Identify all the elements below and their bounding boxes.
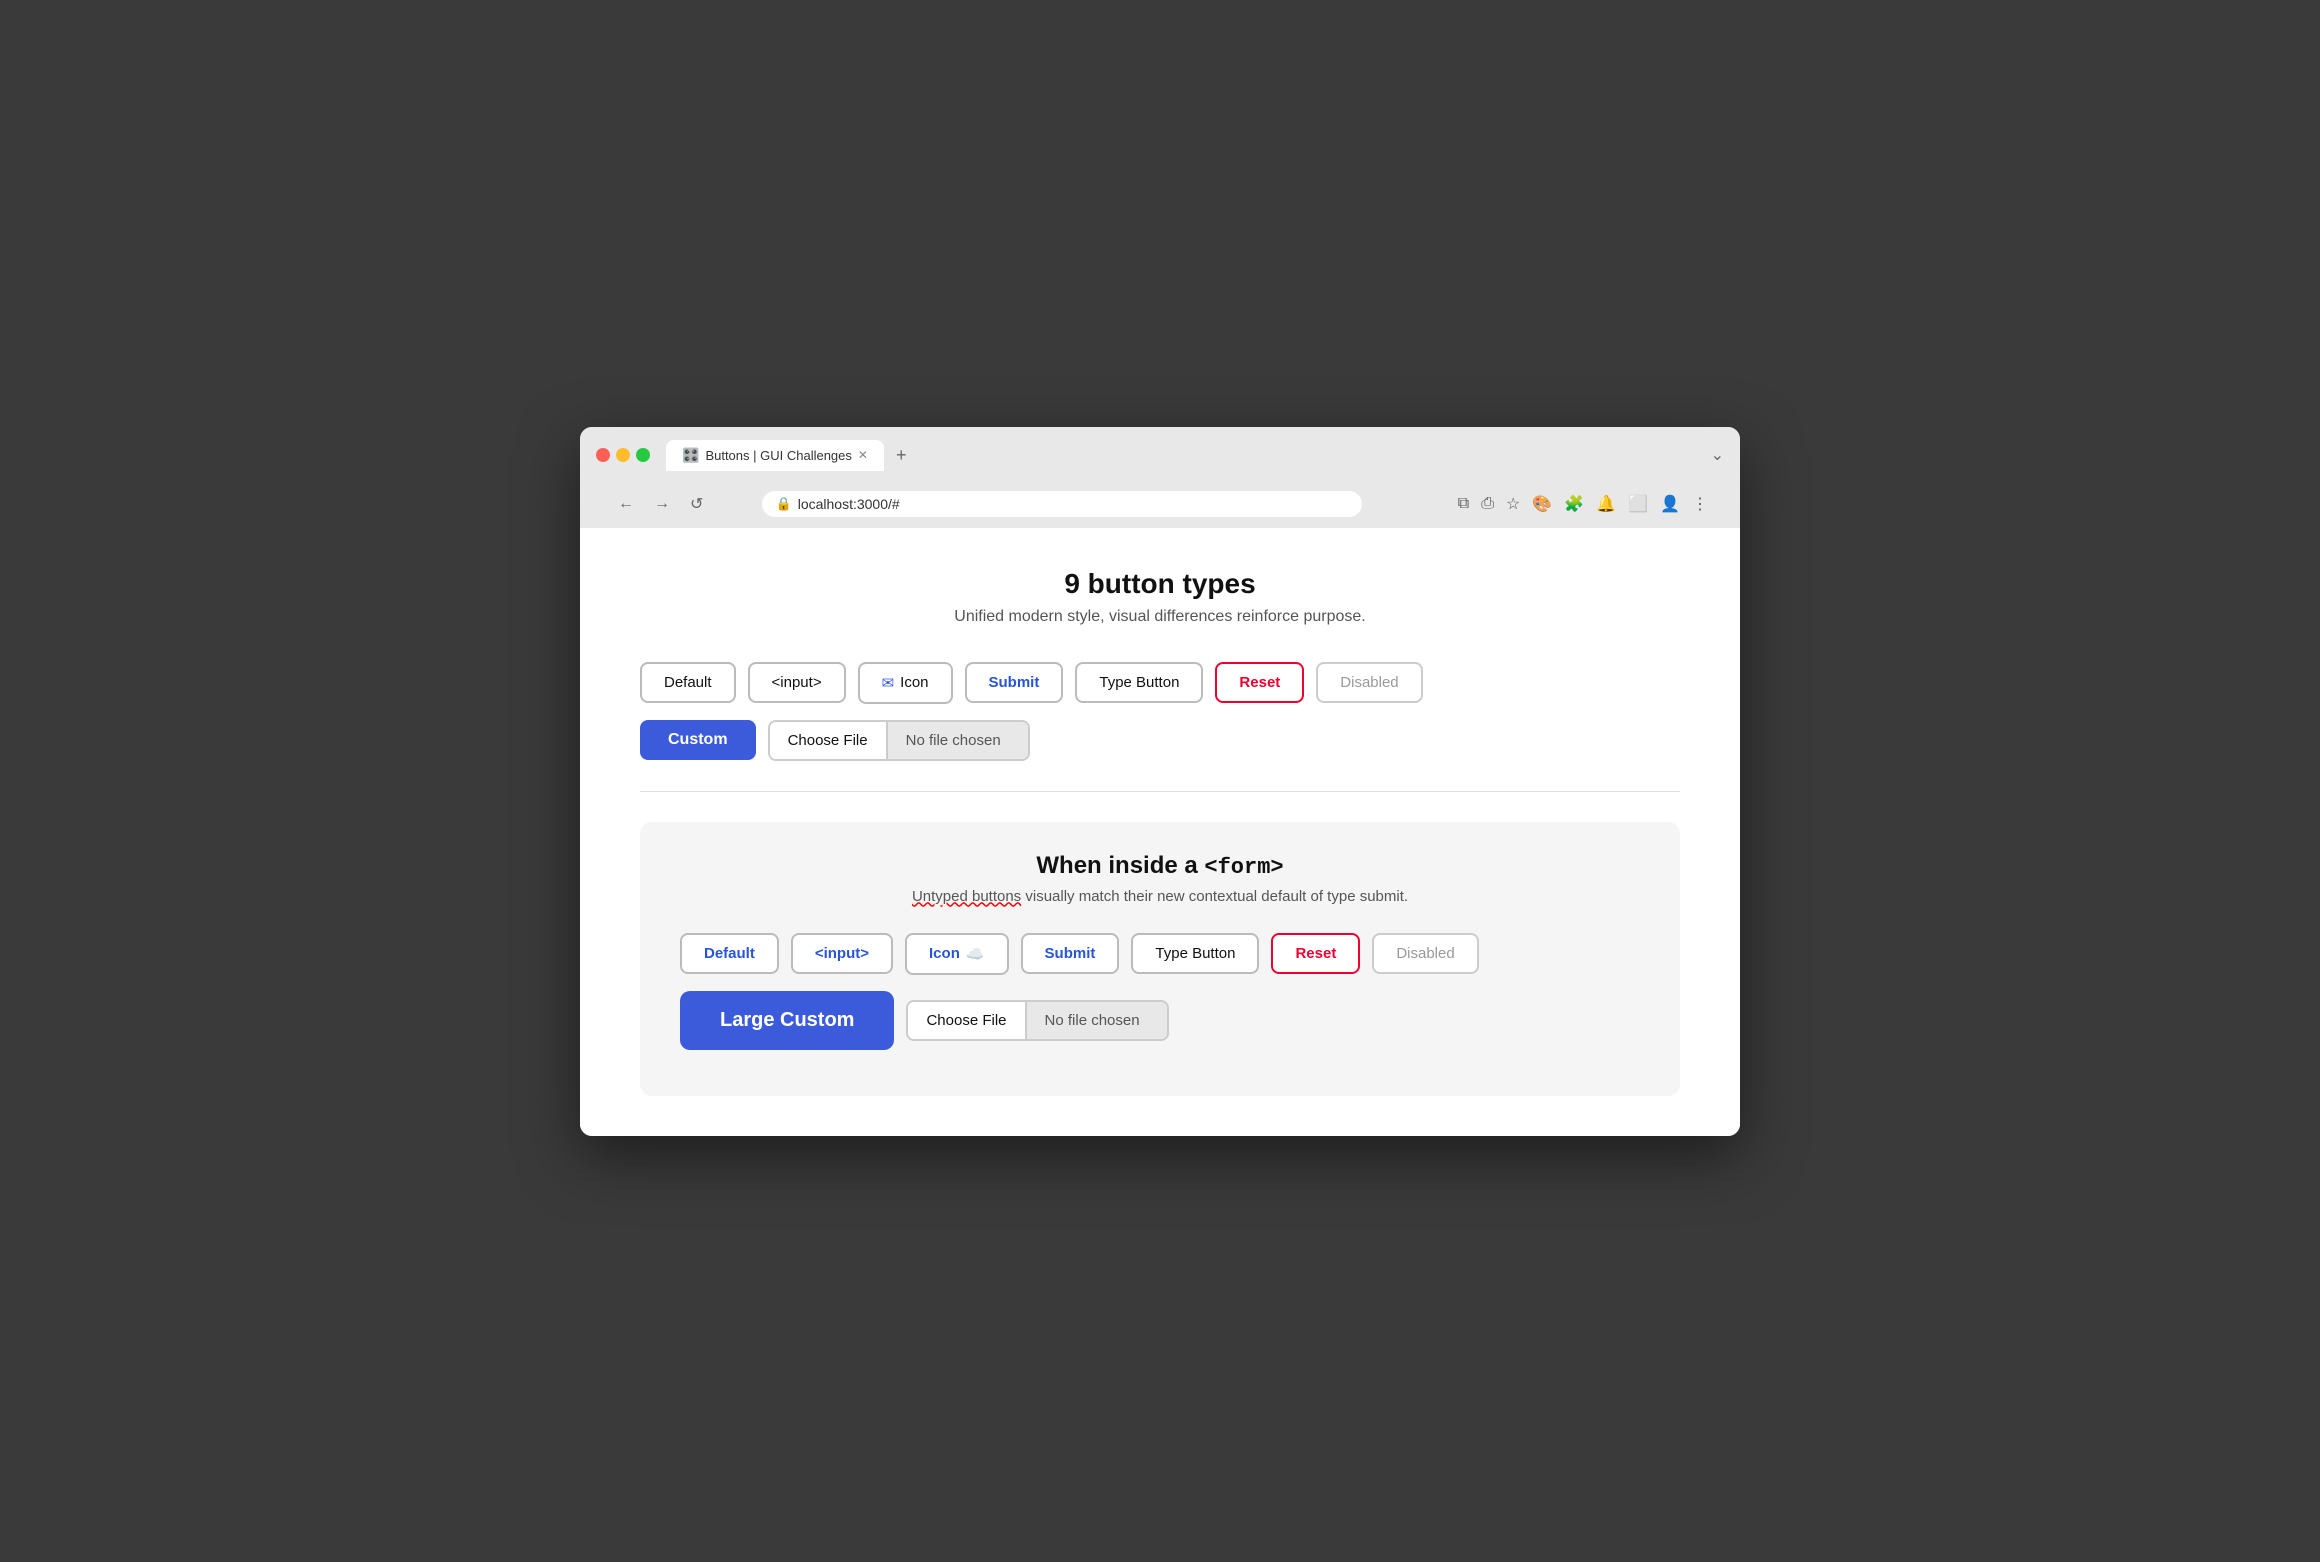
- submit-button[interactable]: Submit: [965, 662, 1064, 703]
- bookmark-icon[interactable]: ☆: [1506, 494, 1520, 514]
- form-title-code: <form>: [1204, 855, 1283, 880]
- profile-icon[interactable]: 👤: [1660, 494, 1680, 514]
- reload-button[interactable]: ↺: [684, 490, 709, 518]
- lock-icon: 🔒: [776, 496, 792, 512]
- toolbar-icons: ⧉ ⎙ ☆ 🎨 🧩 🔔 ⬜ 👤 ⋮: [1458, 494, 1708, 514]
- tab-favicon: 🎛️: [682, 447, 699, 464]
- page-title: 9 button types: [640, 568, 1680, 600]
- form-section-header: When inside a <form> Untyped buttons vis…: [680, 852, 1640, 905]
- input-button[interactable]: <input>: [748, 662, 846, 703]
- tab-title: Buttons | GUI Challenges: [705, 448, 851, 463]
- form-icon-button[interactable]: Icon ☁️: [905, 933, 1009, 975]
- page-content: 9 button types Unified modern style, vis…: [580, 528, 1740, 1136]
- form-reset-button[interactable]: Reset: [1271, 933, 1360, 974]
- browser-tab[interactable]: 🎛️ Buttons | GUI Challenges ✕: [666, 440, 884, 471]
- form-title-text: When inside a: [1036, 852, 1204, 879]
- page-subtitle: Unified modern style, visual differences…: [640, 608, 1680, 626]
- share-icon[interactable]: ⎙: [1481, 495, 1494, 513]
- bell-icon[interactable]: 🔔: [1596, 494, 1616, 514]
- form-section-subtitle: Untyped buttons visually match their new…: [680, 888, 1640, 905]
- external-link-icon[interactable]: ⧉: [1458, 495, 1469, 513]
- new-tab-button[interactable]: +: [886, 439, 917, 472]
- icon-button-label: Icon: [900, 674, 928, 691]
- address-bar-input[interactable]: 🔒 localhost:3000/#: [762, 491, 1362, 517]
- form-submit-button[interactable]: Submit: [1021, 933, 1120, 974]
- large-custom-button[interactable]: Large Custom: [680, 991, 894, 1050]
- sidebar-icon[interactable]: ⬜: [1628, 494, 1648, 514]
- page-header: 9 button types Unified modern style, vis…: [640, 568, 1680, 626]
- forward-button[interactable]: →: [648, 491, 676, 517]
- title-bar: 🎛️ Buttons | GUI Challenges ✕ + ⌄ ← → ↺ …: [580, 427, 1740, 528]
- form-no-file-chosen-label: No file chosen: [1027, 1002, 1167, 1039]
- form-input-button[interactable]: <input>: [791, 933, 893, 974]
- button-row-1: Default <input> ✉ Icon Submit Type Butto…: [640, 662, 1680, 704]
- form-icon-label: Icon: [929, 945, 960, 962]
- type-button-button[interactable]: Type Button: [1075, 662, 1203, 703]
- tab-close-button[interactable]: ✕: [858, 448, 868, 462]
- back-button[interactable]: ←: [612, 491, 640, 517]
- puzzle-icon[interactable]: 🧩: [1564, 494, 1584, 514]
- cloud-icon: ☁️: [966, 945, 985, 963]
- traffic-light-maximize[interactable]: [636, 448, 650, 462]
- menu-icon[interactable]: ⋮: [1692, 494, 1708, 514]
- form-disabled-button: Disabled: [1372, 933, 1478, 974]
- form-file-input-wrapper: Choose File No file chosen: [906, 1000, 1168, 1041]
- icon-button[interactable]: ✉ Icon: [858, 662, 953, 704]
- form-section-title: When inside a <form>: [680, 852, 1640, 880]
- form-button-row-2: Large Custom Choose File No file chosen: [680, 991, 1640, 1050]
- button-row-2: Custom Choose File No file chosen: [640, 720, 1680, 761]
- choose-file-button[interactable]: Choose File: [770, 722, 888, 759]
- extension-icon[interactable]: 🎨: [1532, 494, 1552, 514]
- traffic-lights: [596, 448, 650, 462]
- form-button-row-1: Default <input> Icon ☁️ Submit Type Butt…: [680, 933, 1640, 975]
- traffic-light-close[interactable]: [596, 448, 610, 462]
- url-text: localhost:3000/#: [798, 496, 900, 512]
- traffic-light-minimize[interactable]: [616, 448, 630, 462]
- form-subtitle-rest: visually match their new contextual defa…: [1021, 888, 1408, 905]
- untyped-buttons-text: Untyped buttons: [912, 888, 1021, 905]
- form-choose-file-button[interactable]: Choose File: [908, 1002, 1026, 1039]
- form-type-button-button[interactable]: Type Button: [1131, 933, 1259, 974]
- separator: [640, 791, 1680, 792]
- no-file-chosen-label: No file chosen: [888, 722, 1028, 759]
- tabs-row: 🎛️ Buttons | GUI Challenges ✕ + ⌄: [666, 439, 1724, 472]
- custom-button[interactable]: Custom: [640, 720, 756, 760]
- address-bar: ← → ↺ 🔒 localhost:3000/# ⧉ ⎙ ☆ 🎨 🧩 🔔 ⬜ 👤…: [596, 482, 1724, 528]
- mail-icon: ✉: [882, 674, 895, 692]
- tabs-chevron[interactable]: ⌄: [1711, 445, 1724, 465]
- form-section: When inside a <form> Untyped buttons vis…: [640, 822, 1680, 1096]
- browser-window: 🎛️ Buttons | GUI Challenges ✕ + ⌄ ← → ↺ …: [580, 427, 1740, 1136]
- file-input-wrapper: Choose File No file chosen: [768, 720, 1030, 761]
- default-button[interactable]: Default: [640, 662, 736, 703]
- form-default-button[interactable]: Default: [680, 933, 779, 974]
- reset-button[interactable]: Reset: [1215, 662, 1304, 703]
- disabled-button: Disabled: [1316, 662, 1422, 703]
